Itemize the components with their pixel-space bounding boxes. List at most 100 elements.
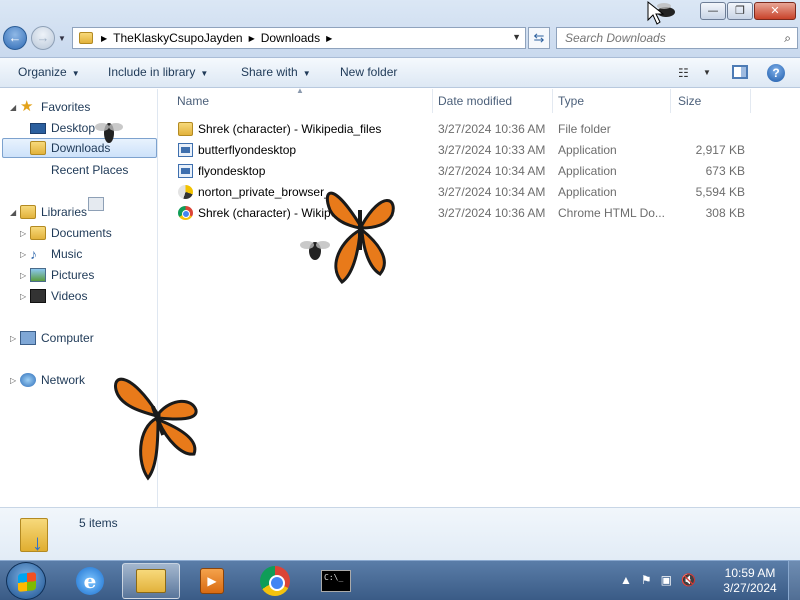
recent-pages-dropdown-icon[interactable]: ▼ xyxy=(58,34,66,43)
file-row[interactable]: norton_private_browser_s 3/27/2024 10:34… xyxy=(159,182,759,203)
minimize-button[interactable]: — xyxy=(700,2,726,20)
chevron-right-icon[interactable]: ▶ xyxy=(101,34,107,43)
desktop-icon xyxy=(30,122,46,134)
search-input[interactable] xyxy=(557,28,767,48)
fly-icon xyxy=(95,123,123,143)
share-with-button[interactable]: Share with ▼ xyxy=(241,65,311,79)
start-button[interactable] xyxy=(6,562,46,600)
taskbar: e ▶ C:\_ ▲ ⚑ ▣ 🔇 10:59 AM 3/27/2024 xyxy=(0,560,800,600)
expanded-arrow-icon[interactable]: ◢ xyxy=(10,208,20,217)
column-header-size[interactable]: Size xyxy=(671,89,751,113)
file-size: 673 KB xyxy=(705,164,745,178)
file-type: File folder xyxy=(558,122,611,136)
file-name: butterflyondesktop xyxy=(198,143,297,157)
show-desktop-button[interactable] xyxy=(788,561,800,600)
nav-favorites[interactable]: ◢ ★ Favorites xyxy=(10,97,90,117)
taskbar-windows-explorer[interactable] xyxy=(122,563,180,599)
new-folder-button[interactable]: New folder xyxy=(340,65,397,79)
collapsed-arrow-icon[interactable]: ▷ xyxy=(10,334,20,343)
nav-libraries[interactable]: ◢ Libraries xyxy=(10,202,87,222)
nav-favorites-label: Favorites xyxy=(41,100,91,114)
column-type-label: Type xyxy=(558,94,585,108)
preview-pane-icon[interactable] xyxy=(732,65,748,79)
file-type: Application xyxy=(558,143,617,157)
file-row[interactable]: flyondesktop 3/27/2024 10:34 AM Applicat… xyxy=(159,161,759,182)
search-icon[interactable]: ⌕ xyxy=(784,31,791,46)
chevron-down-icon: ▼ xyxy=(302,69,311,78)
file-row[interactable]: butterflyondesktop 3/27/2024 10:33 AM Ap… xyxy=(159,140,759,161)
sort-ascending-icon: ▲ xyxy=(296,86,304,95)
nav-pictures[interactable]: ▷ Pictures xyxy=(20,265,94,285)
taskbar-media-player[interactable]: ▶ xyxy=(183,563,241,599)
minimize-icon: — xyxy=(707,4,719,17)
file-row[interactable]: Shrek (character) - Wikipedi 3/27/2024 1… xyxy=(159,203,759,224)
network-icon xyxy=(20,373,36,387)
taskbar-chrome[interactable] xyxy=(246,563,304,599)
nav-network-label: Network xyxy=(41,373,86,387)
folder-icon xyxy=(79,32,93,44)
column-size-label: Size xyxy=(678,94,702,108)
collapsed-arrow-icon[interactable]: ▷ xyxy=(20,292,30,301)
maximize-button[interactable]: ❐ xyxy=(727,2,753,20)
close-button[interactable]: ✕ xyxy=(754,2,796,20)
file-type: Chrome HTML Do... xyxy=(558,206,665,220)
breadcrumb-user[interactable]: TheKlaskyCsupoJayden xyxy=(113,31,242,45)
nav-music-label: Music xyxy=(51,247,83,261)
nav-downloads[interactable]: Downloads xyxy=(2,138,157,158)
nav-computer-label: Computer xyxy=(41,331,94,345)
show-hidden-icons-icon[interactable]: ▲ xyxy=(620,573,632,587)
norton-icon xyxy=(178,185,193,199)
clock[interactable]: 10:59 AM 3/27/2024 xyxy=(716,566,784,596)
forward-button[interactable]: → xyxy=(31,26,55,50)
column-header-date-modified[interactable]: Date modified xyxy=(433,89,553,113)
documents-icon xyxy=(30,226,46,240)
nav-videos[interactable]: ▷ Videos xyxy=(20,286,87,306)
clock-date: 3/27/2024 xyxy=(723,581,777,595)
nav-recent-places[interactable]: Recent Places xyxy=(30,160,128,211)
windows-logo-icon xyxy=(18,572,36,592)
collapsed-arrow-icon[interactable]: ▷ xyxy=(10,376,20,385)
downloads-folder-icon xyxy=(30,141,46,155)
organize-button[interactable]: Organize ▼ xyxy=(18,65,80,79)
search-box[interactable]: ⌕ xyxy=(556,27,798,49)
network-status-icon[interactable]: ▣ xyxy=(661,573,672,587)
address-dropdown-icon[interactable]: ▼ xyxy=(512,32,521,42)
details-pane: ↓ 5 items xyxy=(0,507,800,560)
address-bar[interactable]: ▶ TheKlaskyCsupoJayden ▶ Downloads ▶ ▼ xyxy=(72,27,526,49)
file-type: Application xyxy=(558,185,617,199)
action-center-flag-icon[interactable]: ⚑ xyxy=(641,573,652,587)
command-prompt-icon: C:\_ xyxy=(321,570,351,592)
breadcrumb-downloads[interactable]: Downloads xyxy=(261,31,320,45)
include-in-library-button[interactable]: Include in library ▼ xyxy=(108,65,208,79)
expanded-arrow-icon[interactable]: ◢ xyxy=(10,103,20,112)
file-date: 3/27/2024 10:34 AM xyxy=(438,164,546,178)
nav-network[interactable]: ▷ Network xyxy=(10,370,85,390)
back-button[interactable]: ← xyxy=(3,26,27,50)
taskbar-internet-explorer[interactable]: e xyxy=(61,563,119,599)
nav-libraries-label: Libraries xyxy=(41,205,88,219)
pictures-icon xyxy=(30,268,46,282)
column-header-type[interactable]: Type xyxy=(553,89,671,113)
chevron-right-icon[interactable]: ▶ xyxy=(249,34,255,43)
view-options-dropdown-icon[interactable]: ▼ xyxy=(703,68,711,77)
nav-documents[interactable]: ▷ Documents xyxy=(20,223,112,243)
collapsed-arrow-icon[interactable]: ▷ xyxy=(20,271,30,280)
nav-computer[interactable]: ▷ Computer xyxy=(10,328,94,348)
taskbar-command-prompt[interactable]: C:\_ xyxy=(307,563,365,599)
collapsed-arrow-icon[interactable]: ▷ xyxy=(20,250,30,259)
refresh-button[interactable]: ⇆ xyxy=(528,27,550,49)
nav-music[interactable]: ▷ ♪ Music xyxy=(20,244,82,264)
collapsed-arrow-icon[interactable]: ▷ xyxy=(20,229,30,238)
refresh-icon: ⇆ xyxy=(533,30,545,45)
back-arrow-icon: ← xyxy=(8,30,22,45)
nav-desktop[interactable]: Desktop xyxy=(30,118,95,138)
help-icon[interactable]: ? xyxy=(767,64,785,82)
change-view-icon[interactable]: ☷ xyxy=(678,66,689,80)
command-bar: Organize ▼ Include in library ▼ Share with… xyxy=(0,58,800,88)
fly-icon xyxy=(300,241,330,260)
file-row[interactable]: Shrek (character) - Wikipedia_files 3/27… xyxy=(159,119,759,140)
volume-muted-icon[interactable]: 🔇 xyxy=(681,573,696,587)
nav-videos-label: Videos xyxy=(51,289,88,303)
chevron-right-icon[interactable]: ▶ xyxy=(326,34,332,43)
organize-label: Organize xyxy=(18,65,67,79)
